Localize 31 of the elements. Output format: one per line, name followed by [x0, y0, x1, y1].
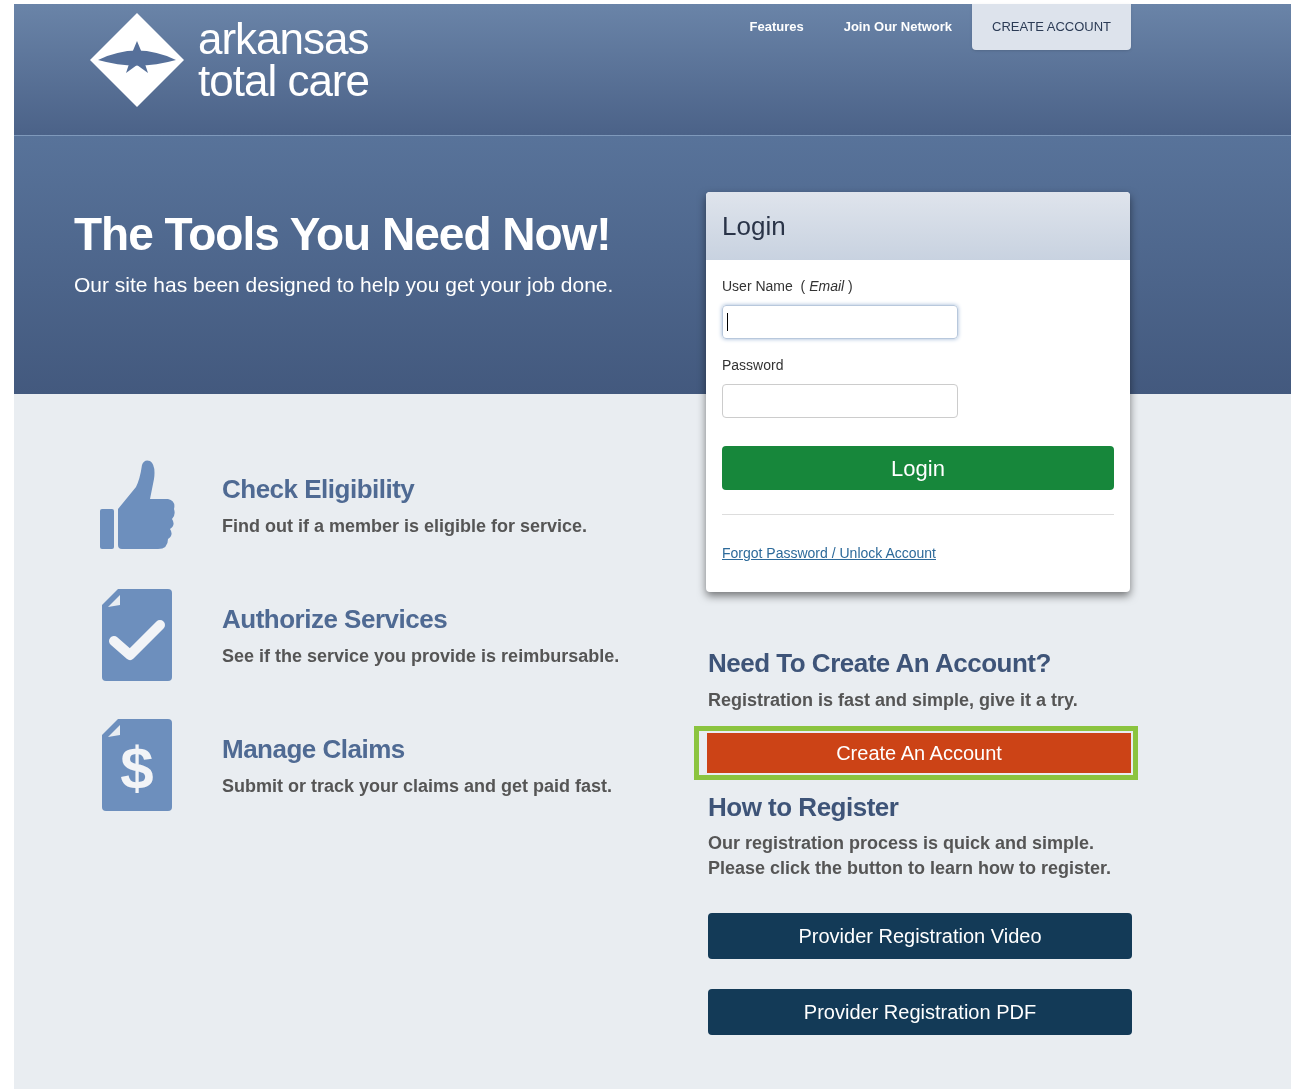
register-text: Our registration process is quick and simple. Please click the button to learn how to register.	[708, 832, 1113, 880]
nav-link[interactable]: Features	[729, 4, 824, 50]
forgot-password-link[interactable]: Forgot Password / Unlock Account	[722, 543, 936, 564]
create-account-title: Need To Create An Account?	[708, 647, 1052, 680]
hero-subtitle: Our site has been designed to help you get your job done.	[74, 272, 615, 298]
login-button[interactable]: Login	[722, 446, 1114, 490]
nav-link[interactable]: CREATE ACCOUNT	[972, 4, 1131, 50]
feature-title: Manage Claims	[222, 732, 406, 766]
registration-button[interactable]: Provider Registration PDF	[708, 989, 1132, 1035]
thumbs-up-icon	[98, 458, 176, 551]
logo-text: arkansas total care	[198, 18, 369, 102]
feature-title: Check Eligibility	[222, 472, 416, 506]
login-title: Login	[722, 209, 786, 243]
logo-icon	[88, 11, 186, 109]
text-cursor	[727, 313, 728, 331]
nav-link[interactable]: Join Our Network	[823, 4, 973, 50]
feature-description: Find out if a member is eligible for service.	[222, 514, 588, 538]
checked-document-icon	[102, 588, 172, 681]
feature-description: See if the service you provide is reimbursable.	[222, 644, 620, 668]
username-label: User Name ( Email )	[722, 277, 854, 296]
password-field[interactable]	[722, 384, 958, 418]
create-account-button[interactable]: Create An Account	[707, 733, 1131, 773]
create-account-text: Registration is fast and simple, give it a try.	[708, 689, 1079, 712]
feature-description: Submit or track your claims and get paid fast.	[222, 774, 613, 798]
hero-title: The Tools You Need Now!	[74, 207, 612, 262]
password-label: Password	[722, 356, 785, 375]
register-title: How to Register	[708, 791, 900, 824]
username-field[interactable]	[722, 305, 958, 339]
registration-button[interactable]: Provider Registration Video	[708, 913, 1132, 959]
dollar-document-icon: $	[102, 718, 172, 811]
feature-title: Authorize Services	[222, 602, 449, 636]
